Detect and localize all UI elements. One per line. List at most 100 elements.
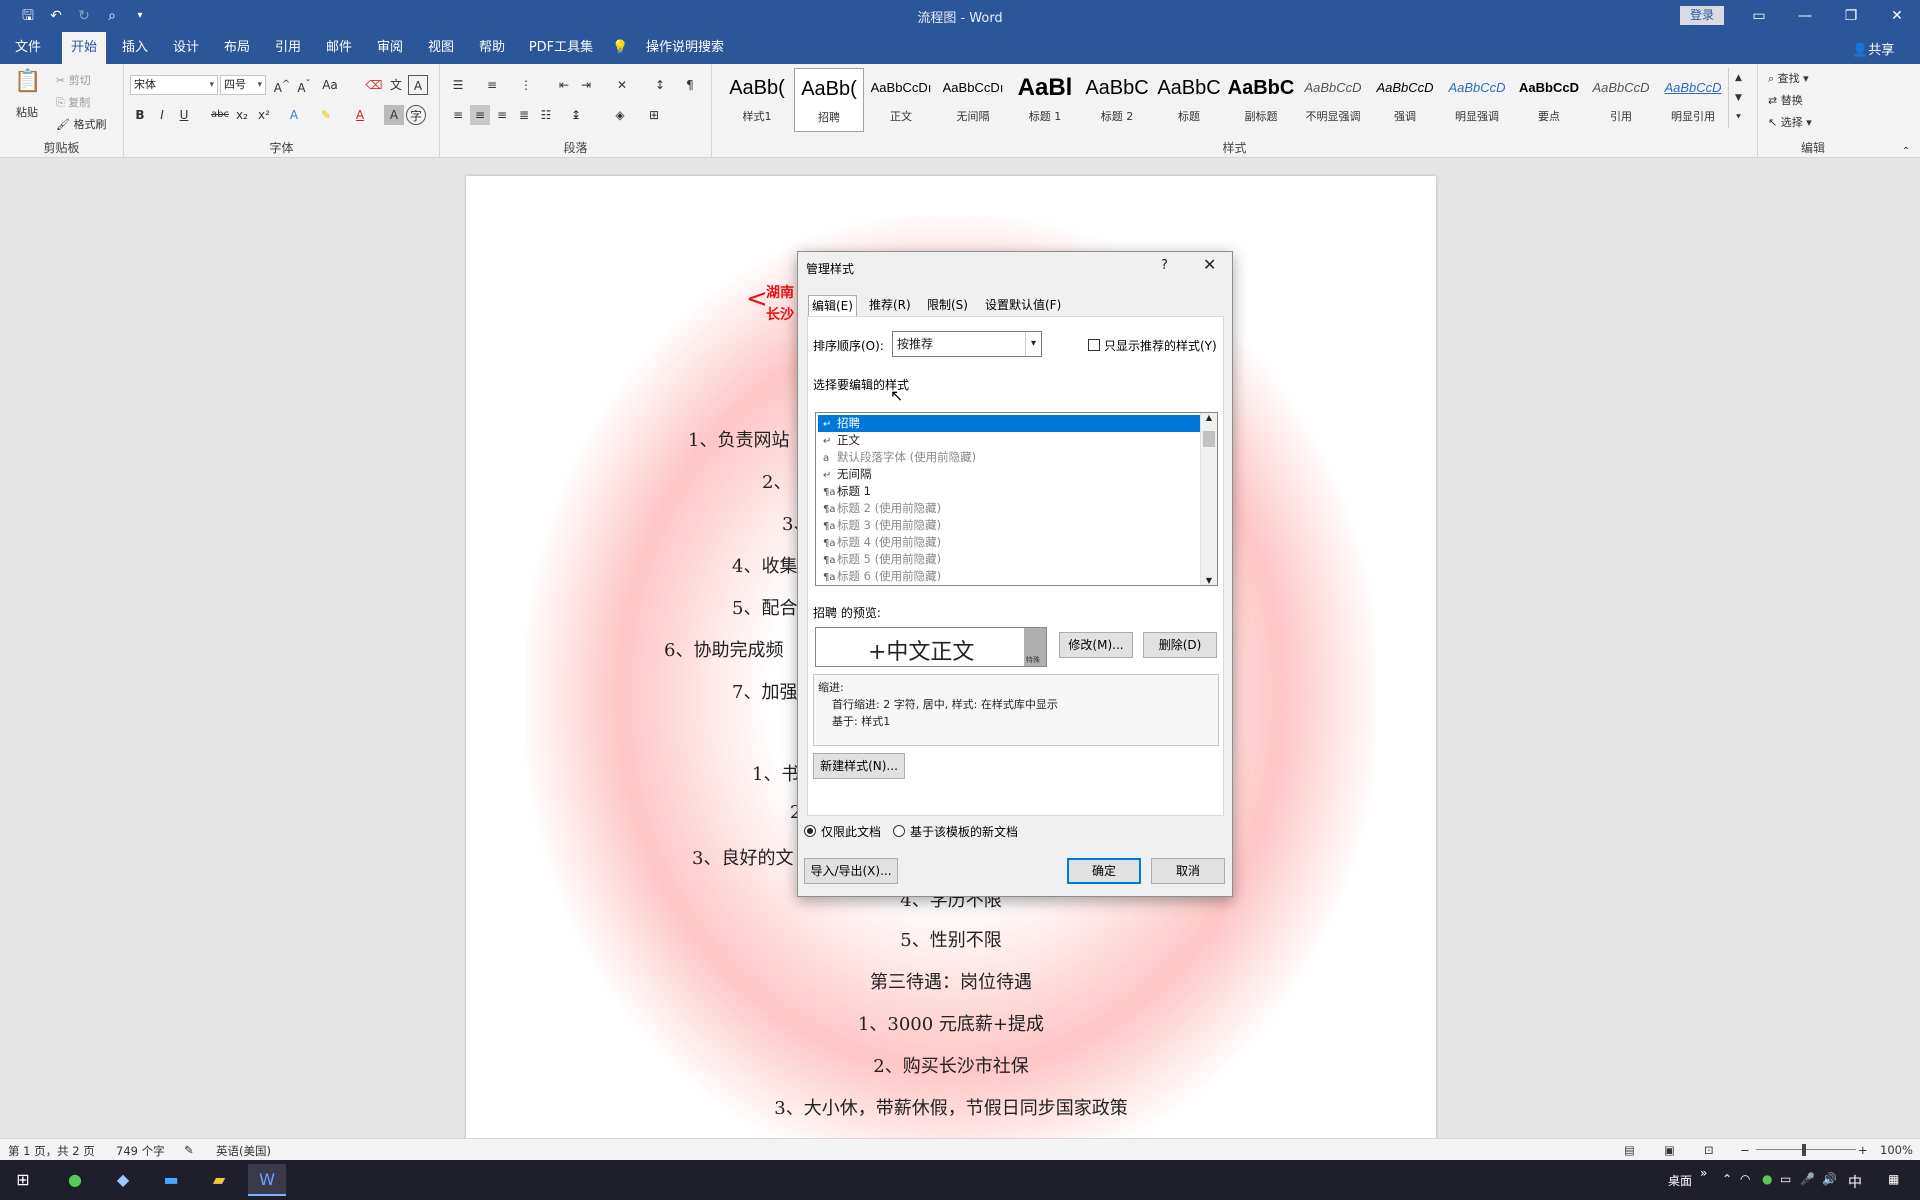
- tab-references[interactable]: 引用: [267, 32, 309, 64]
- style-item[interactable]: AaBbCcD 明显引用: [1658, 68, 1728, 132]
- style-item[interactable]: AaBbCcDı 无间隔: [938, 68, 1008, 132]
- tab-home[interactable]: 开始: [62, 32, 106, 64]
- battery-icon[interactable]: ▭: [1780, 1172, 1791, 1186]
- tab-set-defaults[interactable]: 设置默认值(F): [982, 295, 1064, 317]
- zoom-in-icon[interactable]: +: [1858, 1143, 1868, 1157]
- shrink-font-icon[interactable]: Aˇ: [294, 75, 314, 95]
- list-item[interactable]: ¶a 标题 3 (使用前隐藏): [818, 517, 1200, 534]
- find-button[interactable]: ⌕ 查找 ▾: [1768, 70, 1809, 86]
- cancel-button[interactable]: 取消: [1151, 858, 1225, 884]
- volume-icon[interactable]: 🔊: [1822, 1172, 1837, 1186]
- app-tray-icon[interactable]: ●: [1762, 1172, 1772, 1186]
- gallery-scroll-icon[interactable]: ▲ ▼ ⯆: [1728, 68, 1748, 128]
- enclosed-char-icon[interactable]: 字: [406, 105, 426, 125]
- decrease-indent-icon[interactable]: ⇤: [554, 75, 574, 95]
- style-item[interactable]: AaBbCcD 要点: [1514, 68, 1584, 132]
- shading-icon[interactable]: ◈: [610, 105, 630, 125]
- list-item[interactable]: ¶a 标题 6 (使用前隐藏): [818, 568, 1200, 585]
- copy-button[interactable]: ⎘ 复制: [56, 94, 90, 110]
- tab-design[interactable]: 设计: [165, 32, 207, 64]
- tell-me-search[interactable]: 操作说明搜索: [640, 32, 730, 64]
- align-right-icon[interactable]: ≡: [492, 105, 512, 125]
- justify-icon[interactable]: ≣: [514, 105, 534, 125]
- ok-button[interactable]: 确定: [1067, 858, 1141, 884]
- restore-icon[interactable]: ❐: [1828, 0, 1874, 32]
- style-item[interactable]: AaBbCcDı 正文: [866, 68, 936, 132]
- tab-edit[interactable]: 编辑(E): [808, 295, 857, 317]
- tab-help[interactable]: 帮助: [471, 32, 513, 64]
- replace-button[interactable]: ⇄ 替换: [1768, 92, 1803, 108]
- zoom-slider[interactable]: [1756, 1149, 1856, 1150]
- tab-view[interactable]: 视图: [420, 32, 462, 64]
- minimize-icon[interactable]: —: [1782, 0, 1828, 32]
- tab-restrict[interactable]: 限制(S): [924, 295, 971, 317]
- scroll-thumb[interactable]: [1203, 431, 1215, 447]
- print-layout-icon[interactable]: ▣: [1664, 1143, 1675, 1157]
- list-item[interactable]: ↵ 无间隔: [818, 466, 1200, 483]
- ime-grid-icon[interactable]: ▦: [1888, 1172, 1899, 1186]
- style-item[interactable]: AaBb(招聘: [794, 68, 864, 132]
- language[interactable]: 英语(美国): [216, 1143, 271, 1159]
- scroll-down-icon[interactable]: ▼: [1201, 576, 1217, 585]
- share-button[interactable]: 👤共享: [1852, 39, 1894, 58]
- sort-order-select[interactable]: 按推荐 ▾: [892, 331, 1042, 357]
- cut-button[interactable]: ✂ 剪切: [56, 72, 91, 88]
- numbering-icon[interactable]: ≡: [482, 75, 502, 95]
- highlight-icon[interactable]: ✎: [316, 105, 336, 125]
- tab-mailings[interactable]: 邮件: [318, 32, 360, 64]
- borders-icon[interactable]: ⊞: [644, 105, 664, 125]
- bullets-icon[interactable]: ☰: [448, 75, 468, 95]
- close-icon[interactable]: ✕: [1874, 0, 1920, 32]
- login-button[interactable]: 登录: [1680, 6, 1724, 25]
- align-center-icon[interactable]: ≡: [470, 105, 490, 125]
- tab-review[interactable]: 审阅: [369, 32, 411, 64]
- tray-expand-icon[interactable]: ⌃: [1722, 1172, 1732, 1186]
- style-item[interactable]: AaBbCcD 明显强调: [1442, 68, 1512, 132]
- style-item[interactable]: AaBbCcD 引用: [1586, 68, 1656, 132]
- char-shading-icon[interactable]: A: [384, 105, 404, 125]
- list-item[interactable]: ¶a 标题 4 (使用前隐藏): [818, 534, 1200, 551]
- strikethrough-icon[interactable]: abc: [210, 105, 230, 125]
- font-color-icon[interactable]: A: [350, 105, 370, 125]
- list-item[interactable]: ¶a 标题 5 (使用前隐藏): [818, 551, 1200, 568]
- paste-icon[interactable]: 📋: [14, 71, 42, 100]
- notes-icon[interactable]: ◆: [104, 1164, 142, 1196]
- dialog-close-icon[interactable]: ✕: [1203, 255, 1216, 274]
- ribbon-display-icon[interactable]: ▭: [1736, 0, 1782, 32]
- web-layout-icon[interactable]: ⊡: [1704, 1143, 1714, 1157]
- list-item[interactable]: ↵ 招聘: [818, 415, 1200, 432]
- bold-icon[interactable]: B: [130, 105, 150, 125]
- this-document-radio[interactable]: [804, 825, 816, 837]
- read-mode-icon[interactable]: ▤: [1624, 1143, 1635, 1157]
- style-item[interactable]: AaBb(样式1: [722, 68, 792, 132]
- windows-start-icon[interactable]: ⊞: [4, 1164, 42, 1196]
- page-count[interactable]: 第 1 页，共 2 页: [8, 1143, 95, 1159]
- clear-format-icon[interactable]: ⌫: [364, 75, 384, 95]
- list-item[interactable]: ↵ 正文: [818, 432, 1200, 449]
- tab-pdf-tools[interactable]: PDF工具集: [526, 32, 596, 64]
- tab-file[interactable]: 文件: [8, 32, 48, 64]
- app-icon[interactable]: ▬: [152, 1164, 190, 1196]
- toolbar-chevron-icon[interactable]: »: [1700, 1166, 1707, 1180]
- distributed-icon[interactable]: ☷: [536, 105, 556, 125]
- select-button[interactable]: ↖ 选择 ▾: [1768, 114, 1812, 130]
- increase-indent-icon[interactable]: ⇥: [576, 75, 596, 95]
- new-style-button[interactable]: 新建样式(N)...: [813, 753, 905, 779]
- desktop-toolbar[interactable]: 桌面: [1668, 1172, 1692, 1189]
- word-count[interactable]: 749 个字: [116, 1143, 165, 1159]
- tab-layout[interactable]: 布局: [216, 32, 258, 64]
- list-item[interactable]: ¶a 标题 1: [818, 483, 1200, 500]
- grow-font-icon[interactable]: A^: [272, 75, 292, 95]
- microphone-icon[interactable]: 🎤: [1800, 1172, 1815, 1186]
- ime-indicator[interactable]: 中: [1848, 1172, 1862, 1192]
- align-left-icon[interactable]: ≡: [448, 105, 468, 125]
- style-item[interactable]: AaBbC 标题 2: [1082, 68, 1152, 132]
- style-item[interactable]: AaBl 标题 1: [1010, 68, 1080, 132]
- help-button[interactable]: ?: [1161, 258, 1168, 273]
- zoom-slider-thumb[interactable]: [1802, 1144, 1806, 1156]
- tab-insert[interactable]: 插入: [114, 32, 156, 64]
- phonetic-guide-icon[interactable]: 文: [386, 75, 406, 95]
- paste-button[interactable]: 粘贴: [16, 104, 38, 120]
- show-marks-icon[interactable]: ¶: [680, 75, 700, 95]
- modify-button[interactable]: 修改(M)...: [1059, 632, 1133, 658]
